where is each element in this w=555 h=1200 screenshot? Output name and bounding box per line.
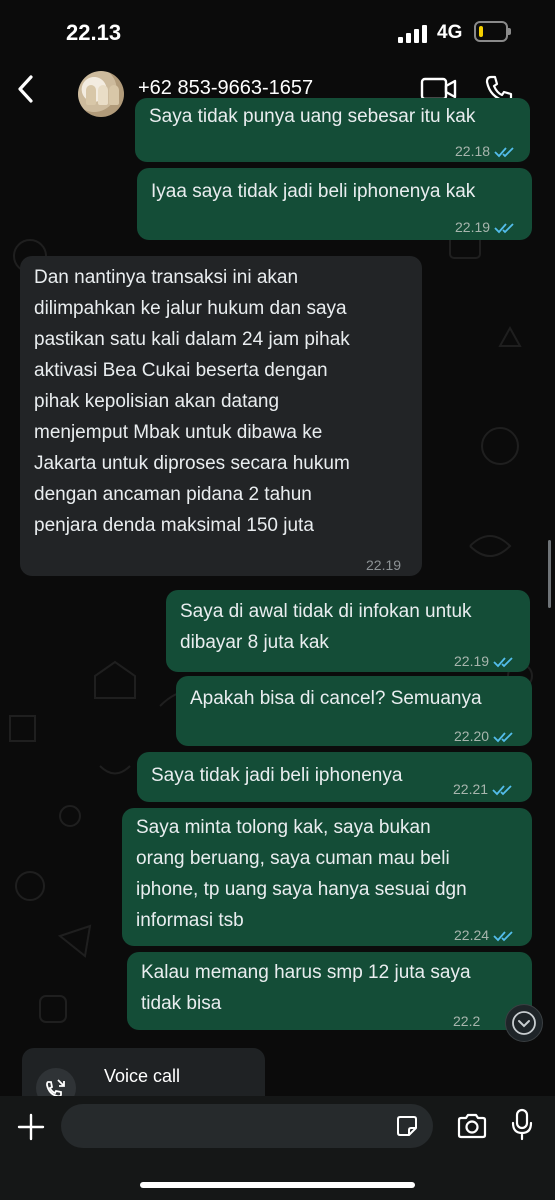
message-time: 22.19 [455, 219, 491, 235]
message-text: Dan nantinya transaksi ini akan dilimpah… [34, 262, 350, 541]
message-bubble-outgoing[interactable]: Saya minta tolong kak, saya bukan orang … [122, 808, 532, 946]
message-line: penjara denda maksimal 150 juta [34, 515, 314, 536]
read-ticks-icon [494, 222, 514, 233]
message-time: 22.19 [366, 557, 402, 573]
message-time: 22.19 [454, 653, 490, 669]
message-time: 22.20 [454, 728, 490, 744]
message-line: iphone, tp uang saya hanya sesuai dgn [136, 879, 467, 900]
message-bubble-incoming[interactable]: Dan nantinya transaksi ini akan dilimpah… [20, 256, 422, 576]
message-meta: 22.21 [453, 774, 514, 805]
message-bubble-outgoing[interactable]: Iyaa saya tidak jadi beli iphonenya kak … [137, 168, 532, 240]
message-line: orang beruang, saya cuman mau beli [136, 848, 450, 869]
battery-level [479, 26, 483, 37]
message-meta: 22.18 [455, 136, 516, 167]
read-ticks-icon [493, 930, 513, 941]
message-line: Dan nantinya transaksi ini akan [34, 267, 299, 288]
message-meta: 22.24 [454, 920, 515, 951]
message-line: pastikan satu kali dalam 24 jam pihak [34, 329, 350, 350]
scroll-to-bottom-button[interactable] [505, 1004, 543, 1042]
scrollbar[interactable] [548, 540, 551, 608]
camera-icon[interactable] [456, 1112, 488, 1140]
message-meta: 22.2 [453, 1006, 480, 1037]
status-time: 22.13 [66, 20, 122, 45]
home-indicator [140, 1182, 415, 1188]
message-bubble-outgoing[interactable]: Saya di awal tidak di infokan untuk diba… [166, 590, 530, 672]
message-line: Kalau memang harus smp 12 juta saya [141, 962, 471, 983]
message-meta: 22.19 [455, 212, 516, 243]
sticker-icon[interactable] [396, 1115, 418, 1137]
message-line: dengan ancaman pidana 2 tahun [34, 484, 312, 505]
message-line: pihak kepolisian akan datang [34, 391, 280, 412]
read-ticks-icon [493, 731, 513, 742]
message-line: informasi tsb [136, 910, 244, 931]
message-time: 22.24 [454, 927, 490, 943]
message-meta: 22.19 [366, 550, 401, 581]
message-time: 22.21 [453, 781, 489, 797]
message-text: Saya minta tolong kak, saya bukan orang … [136, 812, 467, 936]
read-ticks-icon [494, 146, 514, 157]
message-line: aktivasi Bea Cukai beserta dengan [34, 360, 328, 381]
read-ticks-icon [493, 656, 513, 667]
message-line: Saya di awal tidak di infokan untuk [180, 601, 472, 622]
message-line: dilimpahkan ke jalur hukum dan saya [34, 298, 347, 319]
avatar[interactable] [78, 71, 124, 117]
message-time: 22.2 [453, 1013, 481, 1029]
message-bubble-outgoing[interactable]: Apakah bisa di cancel? Semuanya 22.20 [176, 676, 532, 746]
message-line: Saya minta tolong kak, saya bukan [136, 817, 431, 838]
message-text: Kalau memang harus smp 12 juta saya tida… [141, 957, 471, 1019]
message-meta: 22.20 [454, 721, 515, 752]
message-time: 22.18 [455, 143, 491, 159]
message-input[interactable] [61, 1104, 433, 1148]
message-text: Saya tidak punya uang sebesar itu kak [149, 106, 476, 127]
cellular-signal-icon [398, 25, 427, 43]
chevron-left-icon[interactable] [12, 72, 40, 106]
status-bar: 22.13 4G [0, 0, 555, 58]
message-line: dibayar 8 juta kak [180, 632, 329, 653]
voice-call-label: Voice call [104, 1066, 181, 1086]
message-line: tidak bisa [141, 993, 222, 1014]
message-meta: 22.19 [454, 646, 515, 677]
contact-name[interactable]: +62 853-9663-1657 [138, 77, 313, 100]
chevron-down-icon [512, 1011, 536, 1035]
battery-tip [508, 28, 511, 35]
message-bubble-outgoing[interactable]: Kalau memang harus smp 12 juta saya tida… [127, 952, 532, 1030]
message-text: Iyaa saya tidak jadi beli iphonenya kak [151, 181, 476, 202]
read-ticks-icon [492, 784, 512, 795]
battery-icon [474, 21, 508, 42]
message-text: Saya tidak jadi beli iphonenya [151, 765, 403, 786]
plus-icon[interactable] [16, 1112, 46, 1142]
message-line: Jakarta untuk diproses secara hukum [34, 453, 350, 474]
microphone-icon[interactable] [510, 1108, 534, 1142]
composer-bar [0, 1096, 555, 1200]
message-bubble-outgoing[interactable]: Saya tidak jadi beli iphonenya 22.21 [137, 752, 532, 802]
message-bubble-outgoing[interactable]: Saya tidak punya uang sebesar itu kak 22… [135, 98, 530, 162]
message-text: Saya di awal tidak di infokan untuk diba… [180, 596, 472, 658]
message-text: Apakah bisa di cancel? Semuanya [190, 688, 482, 709]
message-line: menjemput Mbak untuk dibawa ke [34, 422, 323, 443]
network-type: 4G [437, 22, 463, 43]
